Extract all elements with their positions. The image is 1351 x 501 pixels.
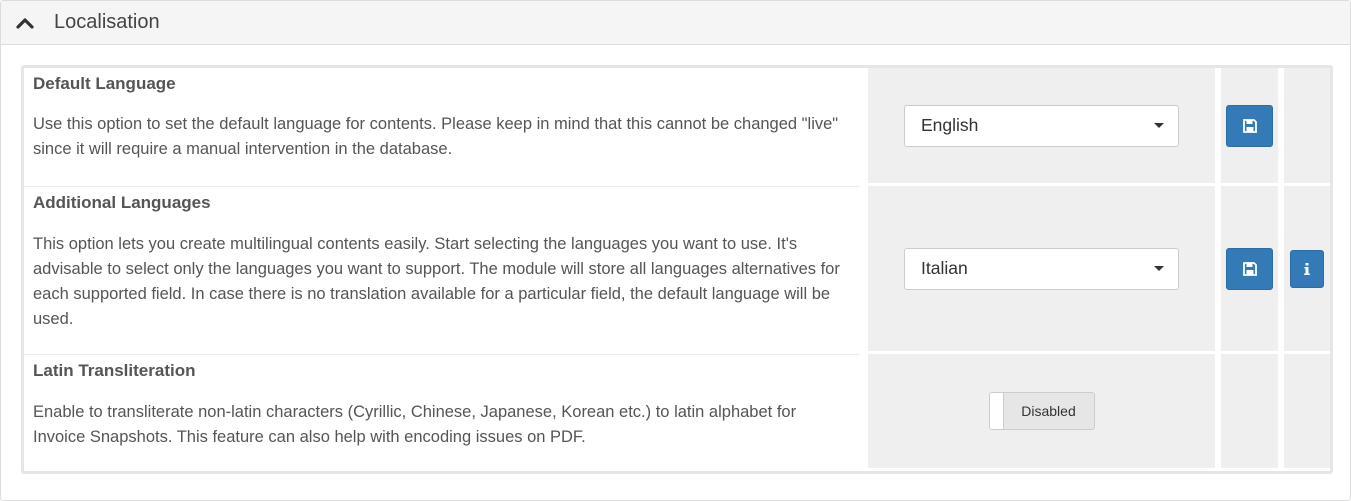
panel-heading[interactable]: Localisation	[1, 1, 1350, 45]
setting-row-additional-languages: Additional Languages This option lets yo…	[24, 186, 1330, 354]
setting-control-cell: Disabled	[868, 354, 1218, 471]
setting-info-cell	[1284, 186, 1330, 354]
setting-action-cell	[1221, 354, 1281, 471]
info-icon	[1304, 262, 1310, 275]
setting-description: Use this option to set the default langu…	[33, 115, 839, 158]
floppy-disk-icon	[1242, 261, 1257, 276]
setting-label: Latin Transliteration	[33, 361, 196, 380]
chevron-up-icon[interactable]	[14, 12, 36, 34]
setting-description: Enable to transliterate non-latin charac…	[33, 403, 797, 446]
save-button[interactable]	[1226, 104, 1273, 147]
latin-transliteration-toggle[interactable]: Disabled	[988, 392, 1095, 430]
setting-description-block: Latin Transliteration Enable to translit…	[24, 354, 859, 471]
info-button[interactable]	[1290, 249, 1324, 288]
select-value: English	[921, 115, 979, 135]
caret-down-icon	[1154, 123, 1164, 128]
setting-action-cell	[1221, 68, 1281, 186]
setting-description-block: Additional Languages This option lets yo…	[24, 186, 859, 354]
setting-label: Additional Languages	[33, 193, 211, 212]
toggle-knob	[989, 393, 1004, 429]
default-language-select[interactable]: English	[904, 104, 1179, 147]
setting-action-cell	[1221, 186, 1281, 354]
caret-down-icon	[1154, 266, 1164, 271]
panel-title: Localisation	[54, 11, 160, 33]
setting-label: Default Language	[33, 74, 176, 93]
setting-description-block: Default Language Use this option to set …	[24, 68, 859, 186]
settings-box: Default Language Use this option to set …	[21, 65, 1333, 474]
setting-info-cell	[1284, 68, 1330, 186]
setting-control-cell: English	[868, 68, 1218, 186]
setting-control-cell: Italian	[868, 186, 1218, 354]
setting-description: This option lets you create multilingual…	[33, 235, 840, 328]
additional-languages-select[interactable]: Italian	[904, 247, 1179, 290]
floppy-disk-icon	[1242, 118, 1257, 133]
toggle-state-label: Disabled	[1021, 403, 1076, 419]
select-value: Italian	[921, 258, 968, 278]
setting-info-cell	[1284, 354, 1330, 471]
setting-row-latin-transliteration: Latin Transliteration Enable to translit…	[24, 354, 1330, 471]
setting-row-default-language: Default Language Use this option to set …	[24, 68, 1330, 186]
localisation-panel: Localisation Default Language Use this o…	[0, 0, 1351, 501]
save-button[interactable]	[1226, 247, 1273, 290]
